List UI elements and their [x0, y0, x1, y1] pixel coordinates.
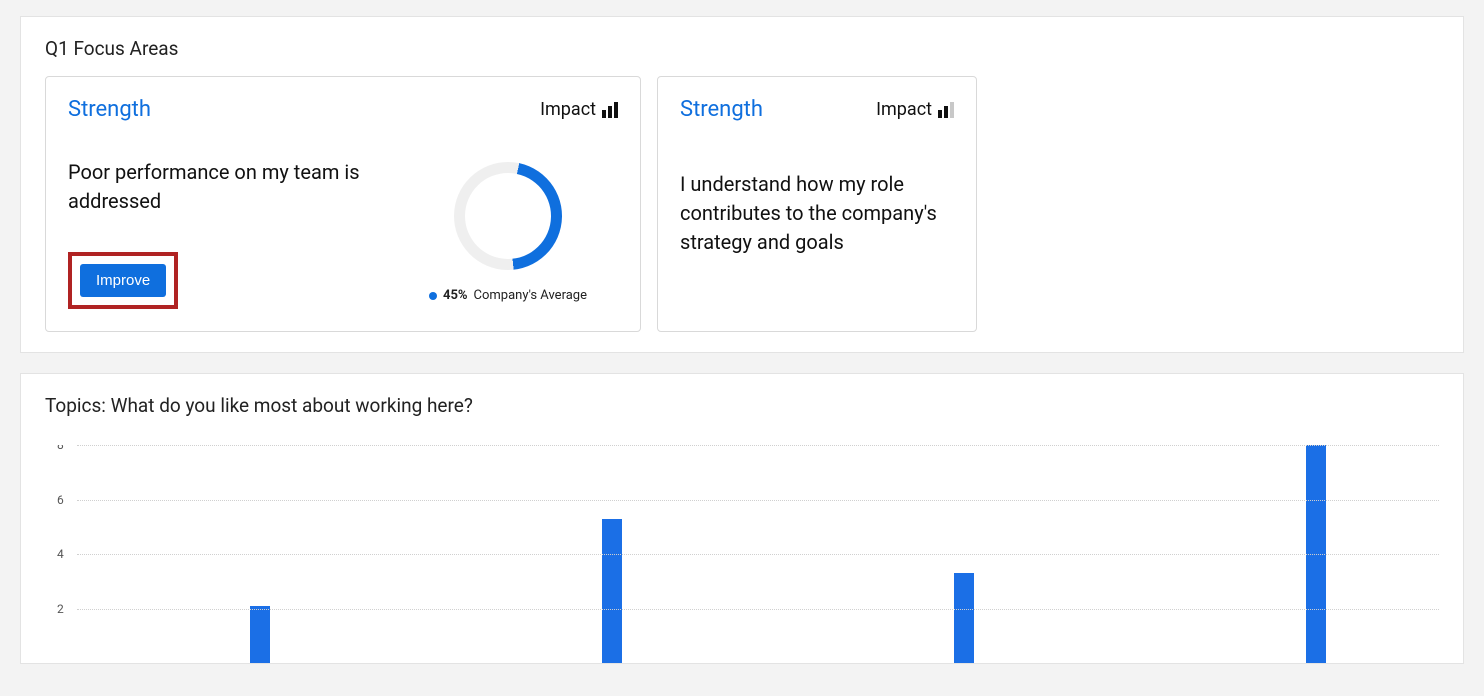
impact-indicator: Impact — [876, 99, 954, 120]
gridline — [77, 500, 1439, 501]
focus-card-2: Strength Impact I understand how my role… — [657, 76, 977, 332]
gridline — [77, 609, 1439, 610]
highlight-annotation: Improve — [68, 252, 178, 309]
impact-indicator: Impact — [540, 99, 618, 120]
bar-chart: 2 4 6 8 — [57, 445, 1439, 663]
donut-column: 45% Company's Average — [398, 158, 618, 303]
card-header: Strength Impact — [68, 97, 618, 122]
focus-cards-row: Strength Impact Poor performance on my t… — [45, 76, 1439, 332]
topics-panel: Topics: What do you like most about work… — [20, 373, 1464, 664]
impact-label: Impact — [876, 99, 932, 120]
y-axis-tick: 4 — [57, 547, 64, 561]
bar — [250, 606, 270, 663]
y-axis-tick: 2 — [57, 602, 64, 616]
card-left-column: Poor performance on my team is addressed… — [68, 158, 378, 309]
gridline — [77, 554, 1439, 555]
strength-link[interactable]: Strength — [68, 97, 151, 122]
y-axis-tick: 6 — [57, 493, 64, 507]
card-description: Poor performance on my team is addressed — [68, 158, 378, 216]
impact-label: Impact — [540, 99, 596, 120]
strength-link[interactable]: Strength — [680, 97, 763, 122]
donut-chart — [444, 152, 572, 280]
card-body: Poor performance on my team is addressed… — [68, 158, 618, 309]
signal-bars-icon — [938, 102, 954, 118]
focus-areas-panel: Q1 Focus Areas Strength Impact Poor perf… — [20, 16, 1464, 353]
improve-button[interactable]: Improve — [80, 264, 166, 297]
legend-text: Company's Average — [474, 288, 587, 303]
legend-percent: 45% — [443, 288, 468, 303]
gridline — [77, 445, 1439, 446]
bar — [602, 519, 622, 663]
topics-title: Topics: What do you like most about work… — [45, 394, 1439, 417]
signal-bars-icon — [602, 102, 618, 118]
bar — [954, 573, 974, 663]
y-axis-tick: 8 — [57, 445, 64, 452]
card-description: I understand how my role contributes to … — [680, 170, 954, 257]
focus-card-1: Strength Impact Poor performance on my t… — [45, 76, 641, 332]
card-header: Strength Impact — [680, 97, 954, 122]
focus-areas-title: Q1 Focus Areas — [45, 37, 1439, 60]
legend-dot-icon — [429, 292, 437, 300]
donut-legend: 45% Company's Average — [429, 288, 587, 303]
